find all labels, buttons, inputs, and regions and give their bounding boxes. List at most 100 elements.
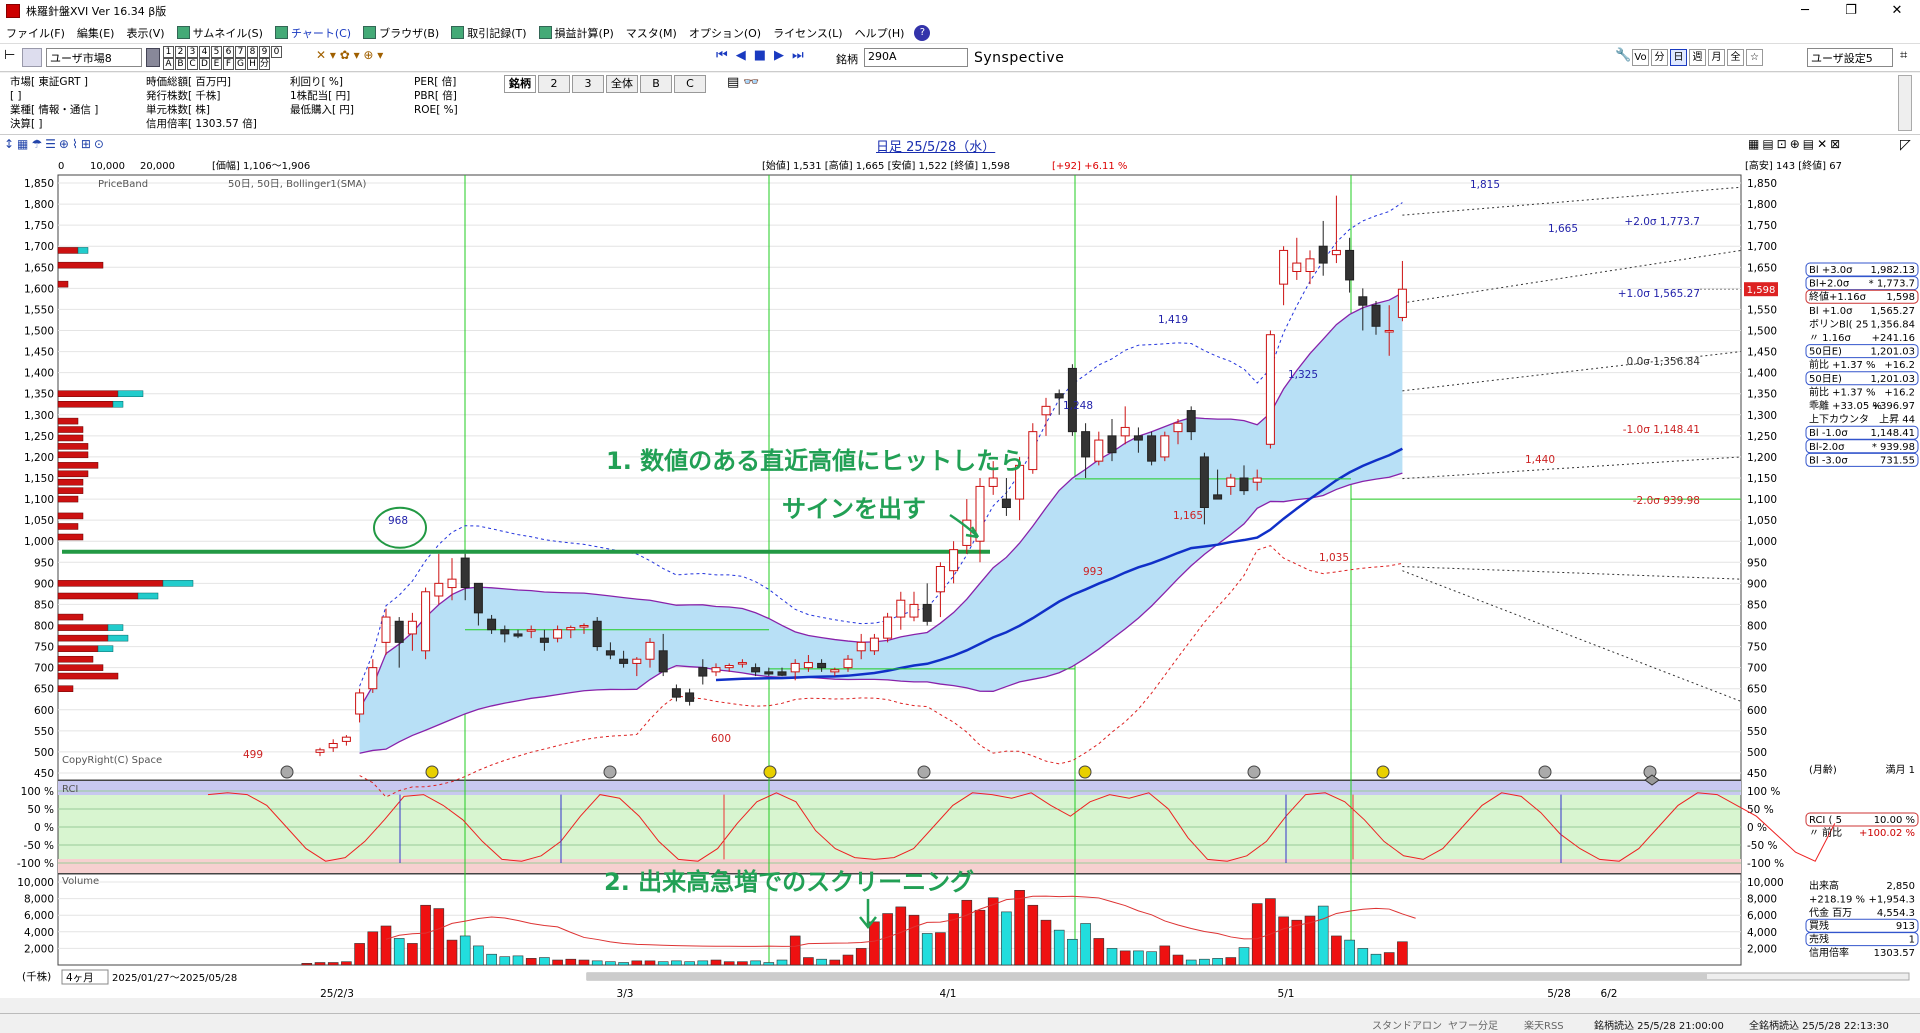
info-tab[interactable]: 全体: [606, 75, 638, 93]
code-input[interactable]: 290A: [864, 48, 968, 67]
period-button-月[interactable]: 月: [1708, 49, 1725, 66]
menu-item[interactable]: 編集(E): [71, 25, 121, 41]
svg-text:1,598: 1,598: [1886, 292, 1915, 303]
period-button-日[interactable]: 日: [1670, 49, 1687, 66]
page-button[interactable]: 1: [163, 46, 174, 58]
svg-text:+16.2: +16.2: [1884, 360, 1915, 371]
info-scrollbar[interactable]: [1898, 75, 1912, 131]
binocular-icon[interactable]: ▤ 👓: [727, 75, 760, 90]
menu-item[interactable]: 損益計算(P): [533, 25, 620, 41]
menu-icon: [363, 26, 377, 39]
info-tab[interactable]: C: [674, 75, 706, 93]
svg-text:上昇 44: 上昇 44: [1879, 414, 1915, 426]
svg-text:* 939.98: * 939.98: [1872, 442, 1915, 453]
period-button-☆[interactable]: ☆: [1746, 49, 1763, 66]
period-button-分[interactable]: 分: [1651, 49, 1668, 66]
user-setting-select[interactable]: ユーザ設定5: [1807, 48, 1893, 67]
page-button[interactable]: F: [223, 58, 234, 70]
menu-item[interactable]: ファイル(F): [0, 25, 71, 41]
info-tab[interactable]: 2: [538, 75, 570, 93]
page-button[interactable]: 7: [235, 46, 246, 58]
page-button[interactable]: 8: [247, 46, 258, 58]
tool-icons[interactable]: ✕ ▾ ✿ ▾ ⊕ ▾: [316, 48, 396, 67]
svg-text:出来高: 出来高: [1809, 879, 1839, 892]
svg-text:Bl -3.0σ: Bl -3.0σ: [1809, 455, 1848, 466]
page-button[interactable]: E: [211, 58, 222, 70]
page-button[interactable]: 5: [211, 46, 222, 58]
info-icon[interactable]: ⊢: [4, 48, 18, 67]
page-button[interactable]: H: [247, 58, 258, 70]
market-select[interactable]: ユーザ市場8: [46, 48, 142, 67]
period-button-全[interactable]: 全: [1727, 49, 1744, 66]
peak-label: 1,248: [1063, 400, 1093, 412]
x-tick: 25/2/3: [320, 988, 354, 998]
chart-tools-icons[interactable]: ↕▦☂☰⊕⌇⊞⊙: [4, 137, 107, 151]
price-tick-right: 1,150: [1747, 473, 1777, 485]
svg-text:上下カウンタ: 上下カウンタ: [1809, 414, 1869, 426]
volume-bar: [816, 958, 827, 966]
menu-item[interactable]: チャート(C): [269, 25, 357, 41]
menu-item[interactable]: オプション(O): [683, 25, 767, 41]
menu-item[interactable]: ライセンス(L): [767, 25, 849, 41]
page-button[interactable]: G: [235, 58, 246, 70]
volume-bar: [1185, 959, 1197, 966]
stock-chart[interactable]: 450 450 500 500 550 550 600 600 650 650 700 700 750 7…: [0, 155, 1920, 998]
volume-bar: [1291, 919, 1303, 966]
market-icon[interactable]: [22, 48, 42, 67]
svg-text:* 1,773.7: * 1,773.7: [1869, 279, 1915, 290]
page-button[interactable]: 分: [259, 58, 270, 70]
help-icon[interactable]: ?: [914, 24, 931, 41]
maximize-button[interactable]: ❐: [1828, 0, 1874, 22]
menu-item[interactable]: 取引記録(T): [445, 25, 532, 41]
menu-item[interactable]: ヘルプ(H): [849, 25, 911, 41]
info-tab[interactable]: 3: [572, 75, 604, 93]
info-tab[interactable]: 銘柄: [504, 75, 536, 93]
menu-item[interactable]: 表示(V): [120, 25, 170, 41]
price-tick-right: 1,400: [1747, 368, 1777, 380]
page-button[interactable]: D: [199, 58, 210, 70]
moon-marker: [1247, 765, 1261, 779]
page-button[interactable]: B: [175, 58, 186, 70]
volume-bar: [750, 960, 761, 966]
period-button-週[interactable]: 週: [1689, 49, 1706, 66]
period-button-Vo[interactable]: Vo: [1632, 49, 1649, 66]
menu-item[interactable]: サムネイル(S): [171, 25, 269, 41]
sigma-label: 0.0σ 1,356.84: [1627, 356, 1701, 368]
grid-icon[interactable]: [146, 48, 160, 67]
page-button[interactable]: 6: [223, 46, 234, 58]
menu-item[interactable]: マスタ(M): [620, 25, 683, 41]
navigation-buttons[interactable]: ⏮◀■▶⏭: [716, 48, 846, 67]
price-tick-left: 1,800: [24, 199, 54, 211]
volume-bar: [1344, 939, 1355, 966]
volume-bar: [1278, 916, 1289, 966]
page-button[interactable]: 9: [259, 46, 270, 58]
priceband-bar: [117, 390, 144, 397]
wrench-icon[interactable]: 🔧: [1615, 48, 1631, 67]
page-button[interactable]: 3: [187, 46, 198, 58]
page-button[interactable]: C: [187, 58, 198, 70]
page-button[interactable]: 2: [175, 46, 186, 58]
page-button[interactable]: 4: [199, 46, 210, 58]
volume-tick-left: 6,000: [24, 910, 54, 922]
svg-text:ボリンBl( 25: ボリンBl( 25: [1809, 318, 1868, 330]
priceband-bar: [57, 592, 139, 600]
minimize-button[interactable]: ─: [1782, 0, 1828, 22]
extra-icon[interactable]: ⌗: [1900, 48, 1914, 67]
collapse-icon[interactable]: ◸: [1900, 137, 1911, 153]
priceband-bar: [112, 401, 124, 408]
page-button[interactable]: A: [163, 58, 174, 70]
svg-text:+1,954.3: +1,954.3: [1868, 894, 1915, 905]
page-button[interactable]: 0: [271, 46, 282, 58]
moon-marker: [1078, 765, 1092, 779]
volume-bar: [1001, 911, 1012, 966]
price-tick-left: 1,400: [24, 368, 54, 380]
status-item: 全銘柄読込 25/5/28 22:13:30: [1749, 1021, 1889, 1032]
chart-right-icons[interactable]: ▦▤⊡⊕▤✕⊠: [1748, 137, 1843, 151]
menu-item[interactable]: ブラウザ(B): [357, 25, 445, 41]
close-button[interactable]: ✕: [1874, 0, 1920, 22]
volume-bar: [935, 932, 946, 966]
volume-bar: [842, 954, 854, 966]
info-tab[interactable]: B: [640, 75, 672, 93]
sigma-label: +1.0σ 1,565.27: [1618, 288, 1700, 300]
priceband-bar: [57, 261, 104, 269]
